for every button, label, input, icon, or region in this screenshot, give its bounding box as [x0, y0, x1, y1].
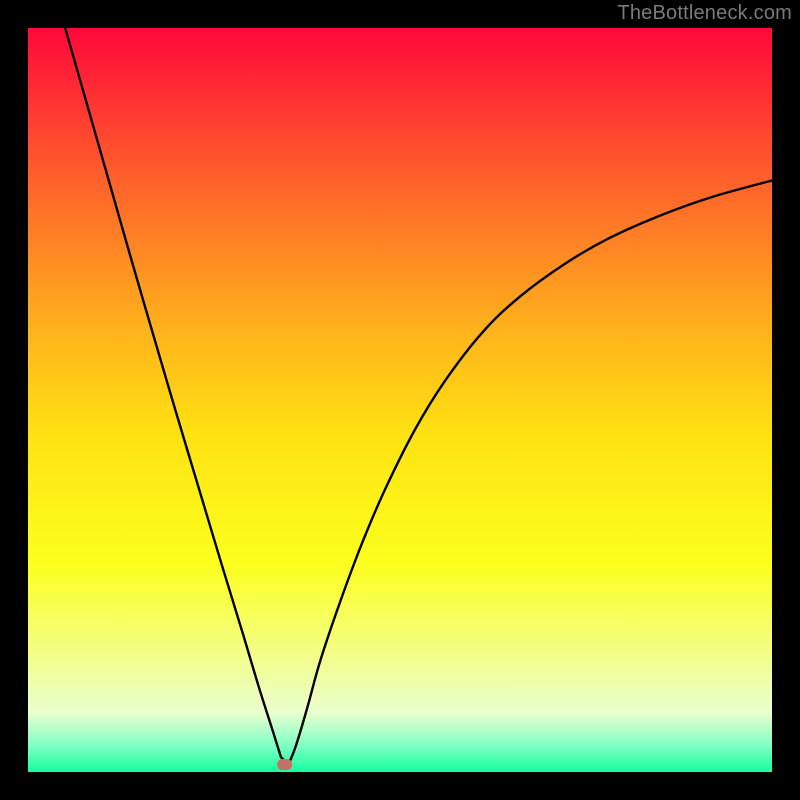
chart-svg — [0, 0, 800, 800]
plot-area — [28, 28, 772, 772]
chart-frame: { "watermark": "TheBottleneck.com", "cha… — [0, 0, 800, 800]
valley-marker — [277, 759, 292, 770]
